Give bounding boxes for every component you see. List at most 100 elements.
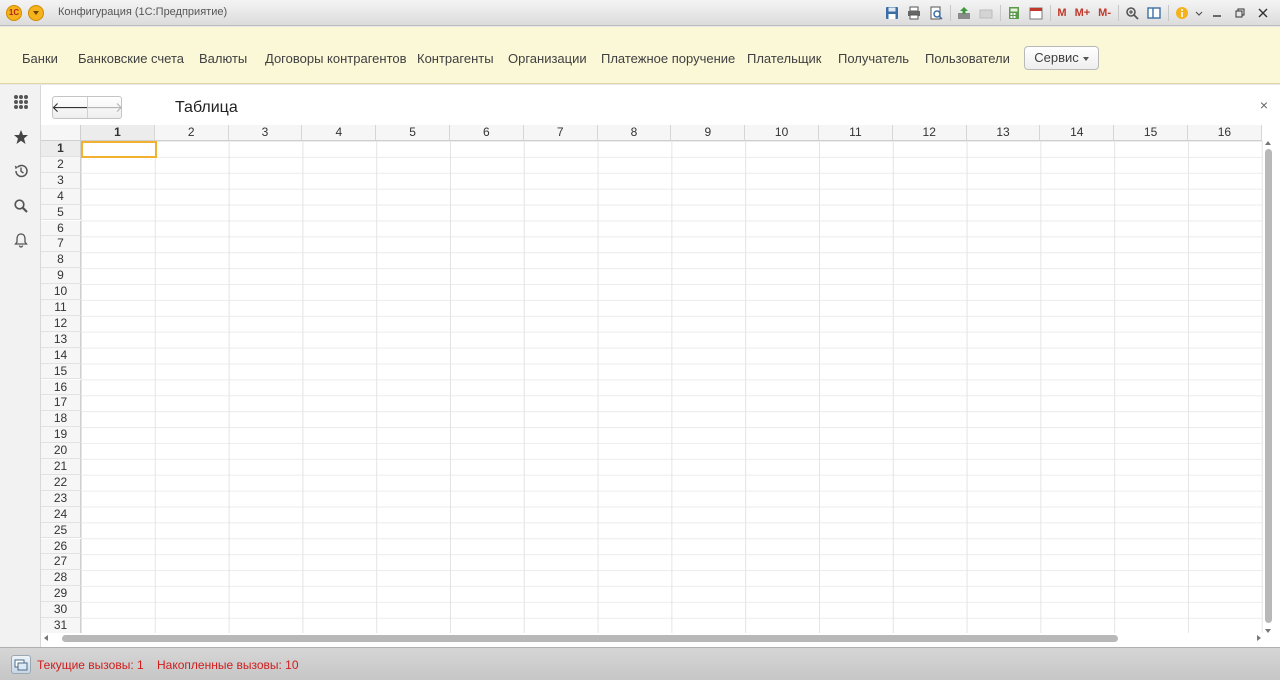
row-header[interactable]: 24 xyxy=(41,506,81,523)
print-icon[interactable] xyxy=(905,4,923,22)
column-header[interactable]: 5 xyxy=(376,125,450,141)
memory-m-minus-button[interactable]: M- xyxy=(1096,4,1113,22)
row-header[interactable]: 27 xyxy=(41,554,81,571)
all-functions-icon[interactable] xyxy=(12,93,30,111)
row-header[interactable]: 29 xyxy=(41,586,81,603)
column-header[interactable]: 3 xyxy=(228,125,303,141)
column-header[interactable]: 16 xyxy=(1188,125,1262,141)
column-header[interactable]: 10 xyxy=(745,125,819,141)
scroll-left-icon[interactable] xyxy=(44,635,48,641)
vertical-scroll-thumb[interactable] xyxy=(1265,149,1272,623)
section-recipient[interactable]: Получатель xyxy=(838,51,909,66)
zoom-icon[interactable] xyxy=(1123,4,1141,22)
performance-monitor-icon[interactable] xyxy=(11,655,31,674)
row-header[interactable]: 26 xyxy=(41,538,81,555)
column-header[interactable]: 14 xyxy=(1040,125,1115,141)
column-header[interactable]: 2 xyxy=(154,125,229,141)
row-header[interactable]: 28 xyxy=(41,570,81,587)
close-window-icon[interactable] xyxy=(1254,4,1272,22)
spreadsheet[interactable]: 1 2 3 4 5 6 7 8 9 10 11 12 13 14 15 16 1 2 3 4 5 6 7 8 9 10 11 12 1… xyxy=(41,125,1263,633)
column-header[interactable]: 9 xyxy=(671,125,746,141)
row-header[interactable]: 14 xyxy=(41,347,81,364)
column-header[interactable]: 13 xyxy=(966,125,1041,141)
sections-panel: Банки Банковские счета Валюты Договоры к… xyxy=(0,27,1280,84)
restore-icon[interactable] xyxy=(1231,4,1249,22)
section-counterparties[interactable]: Контрагенты xyxy=(417,51,494,66)
column-header[interactable]: 4 xyxy=(302,125,377,141)
favorites-star-icon[interactable] xyxy=(12,128,30,146)
row-header[interactable]: 23 xyxy=(41,490,81,507)
memory-m-plus-button[interactable]: M+ xyxy=(1073,4,1093,22)
row-header[interactable]: 16 xyxy=(41,379,81,396)
row-header[interactable]: 3 xyxy=(41,172,81,189)
save-icon[interactable] xyxy=(883,4,901,22)
memory-m-button[interactable]: M xyxy=(1055,4,1068,22)
row-header[interactable]: 7 xyxy=(41,236,81,253)
column-header[interactable]: 12 xyxy=(892,125,967,141)
info-icon[interactable] xyxy=(1173,4,1191,22)
active-cell[interactable] xyxy=(81,141,157,158)
scroll-down-icon[interactable] xyxy=(1265,629,1271,633)
section-payer[interactable]: Плательщик xyxy=(747,51,821,66)
section-banks[interactable]: Банки xyxy=(22,51,58,66)
title-toolbar: M M+ M- xyxy=(879,3,1272,23)
row-header[interactable]: 5 xyxy=(41,204,81,221)
row-header[interactable]: 19 xyxy=(41,427,81,444)
cell-grid[interactable] xyxy=(81,141,1263,633)
column-header[interactable]: 6 xyxy=(450,125,524,141)
row-header[interactable]: 13 xyxy=(41,331,81,348)
row-header[interactable]: 25 xyxy=(41,522,81,539)
row-header[interactable]: 21 xyxy=(41,459,81,475)
section-bank-accounts[interactable]: Банковские счета xyxy=(78,51,184,66)
column-header[interactable]: 7 xyxy=(523,125,598,141)
row-header[interactable]: 20 xyxy=(41,443,81,459)
column-header[interactable]: 11 xyxy=(819,125,893,141)
section-organizations[interactable]: Организации xyxy=(508,51,587,66)
horizontal-scroll-thumb[interactable] xyxy=(62,635,1118,642)
window-title: Конфигурация (1С:Предприятие) xyxy=(58,6,228,18)
chevron-down-icon[interactable] xyxy=(1195,4,1203,22)
row-header[interactable]: 2 xyxy=(41,156,81,173)
vertical-scrollbar[interactable] xyxy=(1263,141,1274,633)
row-header[interactable]: 6 xyxy=(41,220,81,237)
minimize-icon[interactable] xyxy=(1208,4,1226,22)
row-header[interactable]: 8 xyxy=(41,252,81,269)
row-header[interactable]: 18 xyxy=(41,411,81,428)
horizontal-scrollbar[interactable] xyxy=(41,633,1263,644)
calculator-icon[interactable] xyxy=(1005,4,1023,22)
row-header[interactable]: 9 xyxy=(41,268,81,285)
scroll-up-icon[interactable] xyxy=(1265,141,1271,145)
search-icon[interactable] xyxy=(12,197,30,215)
print-preview-icon[interactable] xyxy=(927,4,945,22)
service-button[interactable]: Сервис xyxy=(1024,46,1099,70)
section-contracts[interactable]: Договоры контрагентов xyxy=(265,51,407,66)
column-header[interactable]: 8 xyxy=(597,125,672,141)
notifications-bell-icon[interactable] xyxy=(12,231,30,249)
row-header[interactable]: 12 xyxy=(41,315,81,332)
app-logo-icon[interactable]: 1С xyxy=(6,5,22,21)
row-header[interactable]: 4 xyxy=(41,188,81,205)
column-header[interactable]: 1 xyxy=(81,125,155,141)
row-header[interactable]: 1 xyxy=(41,141,81,157)
export-icon[interactable] xyxy=(955,4,973,22)
back-button[interactable]: 🡐 xyxy=(51,97,89,118)
row-header[interactable]: 31 xyxy=(41,618,81,633)
row-header[interactable]: 10 xyxy=(41,284,81,300)
main-menu-button[interactable] xyxy=(28,5,44,21)
forward-button[interactable]: 🡒 xyxy=(86,97,123,118)
row-header[interactable]: 15 xyxy=(41,363,81,380)
section-users[interactable]: Пользователи xyxy=(925,51,1010,66)
row-header[interactable]: 17 xyxy=(41,395,81,412)
row-header[interactable]: 11 xyxy=(41,300,81,316)
close-form-icon[interactable]: × xyxy=(1260,97,1268,113)
calendar-icon[interactable] xyxy=(1027,4,1045,22)
sheet-corner[interactable] xyxy=(41,125,81,141)
panel-layout-icon[interactable] xyxy=(1145,4,1163,22)
section-payment-order[interactable]: Платежное поручение xyxy=(601,51,735,66)
history-icon[interactable] xyxy=(12,162,30,180)
row-header[interactable]: 30 xyxy=(41,602,81,618)
scroll-right-icon[interactable] xyxy=(1257,635,1261,641)
section-currencies[interactable]: Валюты xyxy=(199,51,247,66)
column-header[interactable]: 15 xyxy=(1114,125,1188,141)
row-header[interactable]: 22 xyxy=(41,474,81,491)
